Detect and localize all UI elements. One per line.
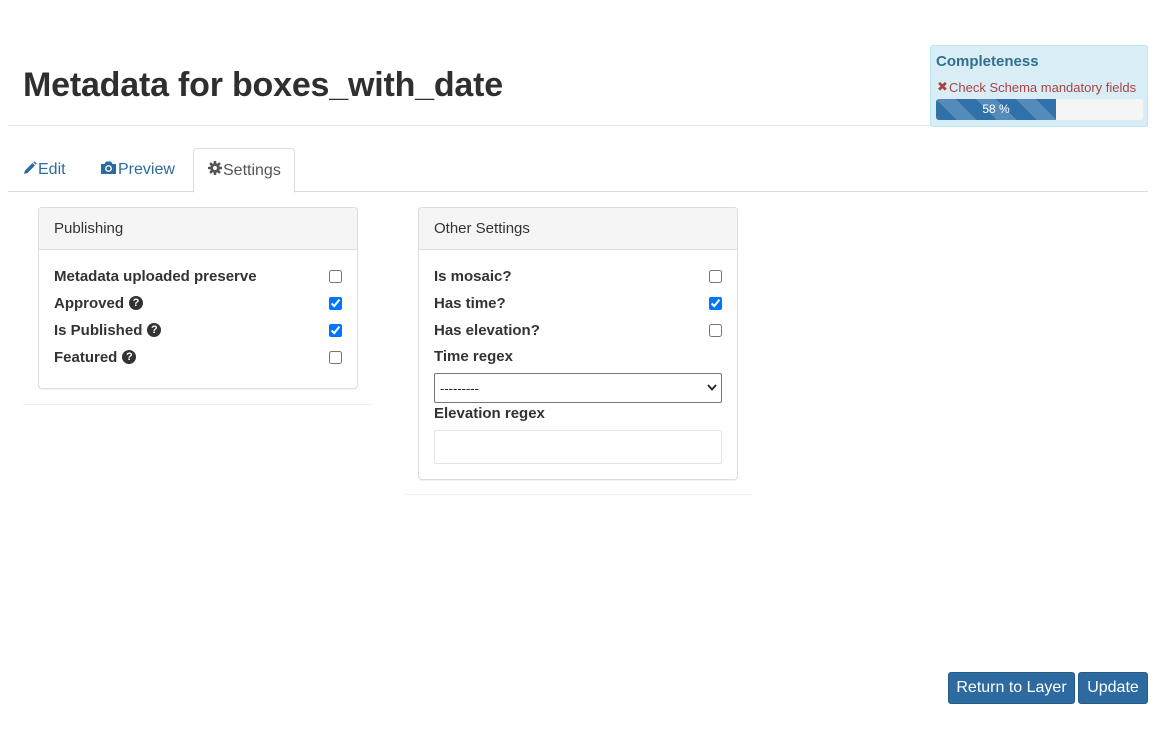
approved-checkbox[interactable] (329, 296, 342, 310)
setting-label: Featured? (54, 348, 137, 366)
setting-row: Metadata uploaded preserve (54, 266, 342, 286)
completeness-title: Completeness (936, 53, 1039, 70)
section-divider (404, 494, 752, 495)
completeness-message[interactable]: ✖ Check Schema mandatory fields (937, 79, 1136, 95)
page-title: Metadata for boxes_with_date (23, 66, 503, 104)
pencil-icon (23, 160, 37, 180)
time-regex-selected-value: --------- (440, 380, 479, 396)
camera-icon (100, 160, 117, 180)
setting-row: Featured? (54, 347, 342, 367)
tab-settings[interactable]: Settings (193, 148, 295, 193)
completeness-panel: Completeness ✖ Check Schema mandatory fie… (930, 45, 1148, 127)
setting-label-text: Metadata uploaded preserve (54, 267, 257, 285)
time-regex-label: Time regex (434, 348, 513, 365)
completeness-message-text: Check Schema mandatory fields (949, 79, 1137, 95)
tab-settings-label: Settings (223, 161, 281, 179)
has-elevation-checkbox[interactable] (709, 323, 722, 337)
completeness-progress-bar: 58 % (936, 99, 1057, 120)
setting-row: Has elevation? (434, 320, 722, 340)
section-divider (23, 404, 373, 405)
tab-preview[interactable]: Preview (100, 148, 175, 192)
tab-edit[interactable]: Edit (23, 148, 66, 192)
chevron-down-icon (707, 383, 717, 394)
publishing-heading: Publishing (39, 208, 357, 250)
tab-preview-label: Preview (118, 161, 175, 178)
return-to-layer-button[interactable]: Return to Layer (948, 672, 1075, 704)
update-button[interactable]: Update (1078, 672, 1148, 704)
help-icon[interactable]: ? (147, 323, 162, 337)
has-time-checkbox[interactable] (709, 296, 722, 310)
setting-label: Is Published? (54, 321, 162, 339)
elevation-regex-input[interactable] (434, 430, 722, 464)
setting-label-text: Is Published (54, 321, 143, 339)
other-settings-heading: Other Settings (419, 208, 737, 250)
x-icon: ✖ (937, 79, 948, 94)
other-settings-panel: Other Settings Is mosaic? Has time? Has … (418, 207, 738, 480)
setting-label: Has time? (434, 294, 506, 312)
time-regex-select[interactable]: --------- (434, 373, 722, 403)
featured-checkbox[interactable] (329, 350, 342, 364)
help-icon[interactable]: ? (122, 350, 137, 364)
setting-row: Has time? (434, 293, 722, 313)
setting-label-text: Featured (54, 348, 118, 366)
metadata-uploaded-preserve-checkbox[interactable] (329, 269, 342, 283)
setting-row: Approved? (54, 293, 342, 313)
setting-row: Is Published? (54, 320, 342, 340)
elevation-regex-label: Elevation regex (434, 405, 545, 422)
is-mosaic-checkbox[interactable] (709, 269, 722, 283)
tab-bar: Edit Preview Settings (8, 148, 1148, 193)
setting-label: Metadata uploaded preserve (54, 268, 257, 285)
help-icon[interactable]: ? (129, 296, 144, 310)
is-published-checkbox[interactable] (329, 323, 342, 337)
publishing-panel: Publishing Metadata uploaded preserve Ap… (38, 207, 358, 389)
gear-icon (208, 161, 222, 180)
setting-row: Is mosaic? (434, 266, 722, 286)
setting-label: Approved? (54, 294, 144, 312)
tab-edit-label: Edit (38, 161, 66, 178)
setting-label: Is mosaic? (434, 267, 512, 285)
completeness-progress: 58 % (936, 99, 1143, 120)
setting-label-text: Approved (54, 294, 125, 312)
setting-label: Has elevation? (434, 321, 540, 339)
